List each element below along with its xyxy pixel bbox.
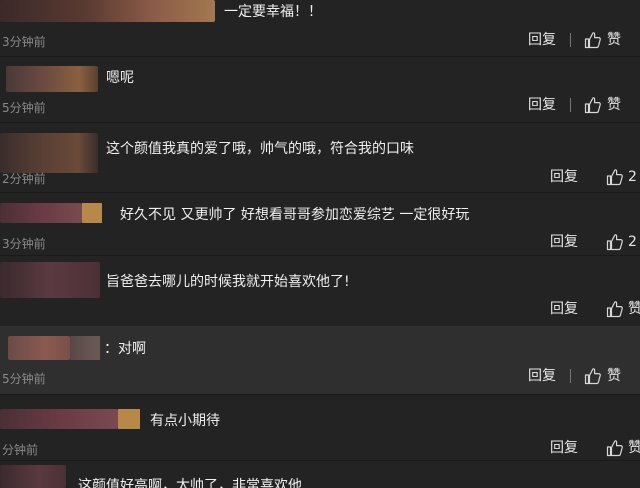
comment-item: 这个颜值我真的爱了哦，帅气的哦，符合我的口味 2分钟前 回复 2 (0, 123, 640, 192)
comment-time: 3分钟前 (2, 237, 46, 251)
reply-button[interactable]: 回复 (550, 439, 578, 457)
comment-text: 一定要幸福！！ (224, 4, 322, 20)
blurred-username (118, 409, 140, 429)
thumbs-up-icon[interactable] (584, 96, 602, 114)
comment-text: 有点小期待 (150, 413, 220, 429)
thumbs-up-icon[interactable] (606, 439, 624, 457)
separator (570, 98, 571, 112)
blurred-username (0, 203, 82, 223)
comment-text: 好久不见 又更帅了 好想看哥哥参加恋爱综艺 一定很好玩 (120, 207, 470, 223)
reply-button[interactable]: 回复 (528, 96, 556, 114)
like-count[interactable]: 2 (628, 168, 637, 186)
blurred-username (0, 465, 66, 488)
reply-button[interactable]: 回复 (550, 300, 578, 318)
comment-text: 旨爸爸去哪儿的时候我就开始喜欢他了! (106, 274, 350, 290)
comment-time: 分钟前 (2, 443, 39, 457)
reply-button[interactable]: 回复 (550, 168, 578, 186)
comment-time: 2分钟前 (2, 172, 46, 186)
comment-item: 有点小期待 分钟前 回复 赞 (0, 395, 640, 460)
blurred-username (0, 0, 215, 22)
like-count[interactable]: 2 (628, 233, 637, 251)
comment-item: 一定要幸福！！ 3分钟前 回复 赞 (0, 0, 640, 56)
blurred-username (70, 336, 100, 360)
blurred-username (0, 133, 98, 173)
comment-item: 旨爸爸去哪儿的时候我就开始喜欢他了! 回复 赞 (0, 256, 640, 326)
comment-item: ：对啊 5分钟前 回复 赞 (0, 326, 640, 394)
comment-item: 好久不见 又更帅了 好想看哥哥参加恋爱综艺 一定很好玩 3分钟前 回复 2 (0, 193, 640, 255)
comment-time: 5分钟前 (2, 372, 46, 386)
thumbs-up-icon[interactable] (606, 233, 624, 251)
thumbs-up-icon[interactable] (584, 367, 602, 385)
like-button[interactable]: 赞 (628, 300, 640, 318)
blurred-username (8, 336, 70, 360)
comment-time: 3分钟前 (2, 35, 46, 49)
separator (570, 33, 571, 47)
reply-button[interactable]: 回复 (528, 367, 556, 385)
like-button[interactable]: 赞 (628, 439, 640, 457)
comment-text: 嗯呢 (106, 70, 134, 86)
like-button[interactable]: 赞 (607, 31, 621, 49)
comment-time: 5分钟前 (2, 101, 46, 115)
thumbs-up-icon[interactable] (606, 300, 624, 318)
comment-text: 这颜值好高啊，太帅了，非常喜欢他 (78, 478, 302, 488)
comment-item: 这颜值好高啊，太帅了，非常喜欢他 (0, 461, 640, 488)
blurred-username (0, 409, 118, 429)
reply-button[interactable]: 回复 (528, 31, 556, 49)
comment-text: ：对啊 (104, 341, 146, 357)
thumbs-up-icon[interactable] (584, 31, 602, 49)
separator (570, 369, 571, 383)
blurred-username (82, 203, 102, 223)
comment-text: 这个颜值我真的爱了哦，帅气的哦，符合我的口味 (106, 141, 414, 157)
blurred-username (0, 262, 100, 298)
like-button[interactable]: 赞 (607, 367, 621, 385)
blurred-username (6, 66, 98, 92)
reply-button[interactable]: 回复 (550, 233, 578, 251)
comment-item: 嗯呢 5分钟前 回复 赞 (0, 57, 640, 122)
thumbs-up-icon[interactable] (606, 168, 624, 186)
like-button[interactable]: 赞 (607, 96, 621, 114)
